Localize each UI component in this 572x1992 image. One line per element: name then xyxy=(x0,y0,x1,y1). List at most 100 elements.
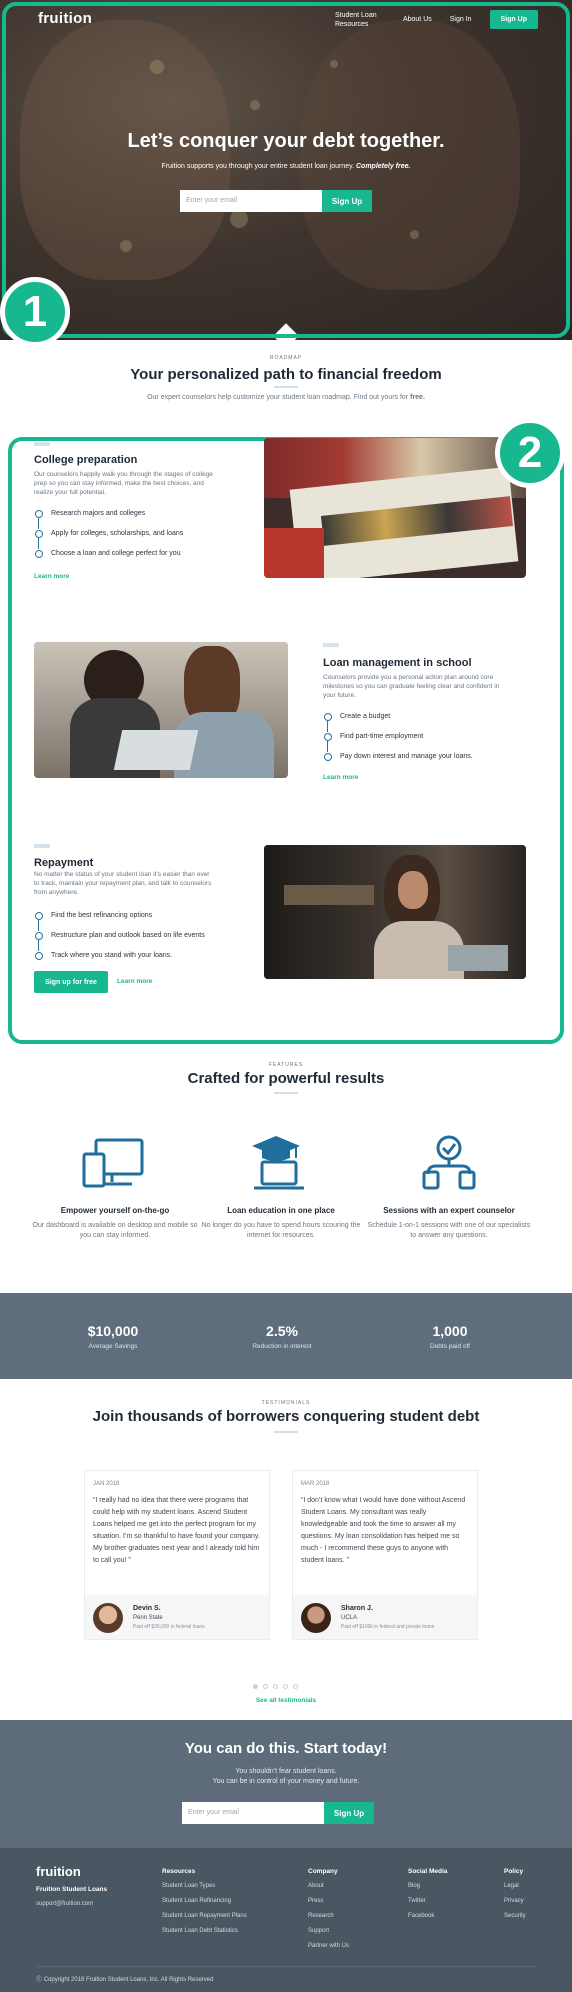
card-title-repayment: Repayment xyxy=(34,857,94,869)
testimonial-quote: “I don’t know what I would have done wit… xyxy=(301,1497,466,1564)
checklist-item: Find part-time employment xyxy=(323,732,473,752)
footer-link[interactable]: Student Loan Debt Statistics xyxy=(162,1928,247,1934)
card-description-repayment: No matter the status of your student loa… xyxy=(34,871,212,896)
feature-expert-counselor: Sessions with an expert counselor Schedu… xyxy=(364,1206,534,1241)
step-badge-2: 2 xyxy=(495,418,565,488)
carousel-dots xyxy=(253,1684,298,1689)
stat-interest-reduction: 2.5% Reduction in interest xyxy=(212,1323,352,1350)
carousel-dot[interactable] xyxy=(293,1684,298,1689)
checklist-item: Create a budget xyxy=(323,712,473,732)
card-title-loan-management: Loan management in school xyxy=(323,657,472,669)
checklist-item: Apply for colleges, scholarships, and lo… xyxy=(34,529,183,549)
footer-link[interactable]: Twitter xyxy=(408,1898,447,1904)
footer-heading: Company xyxy=(308,1868,338,1875)
testimonials-divider xyxy=(274,1431,298,1433)
testimonial-author: Sharon J. UCLA Paid off $100k in federal… xyxy=(293,1595,477,1639)
footer-link[interactable]: Student Loan Types xyxy=(162,1883,247,1889)
cta-line-2: You can be in control of your money and … xyxy=(212,1778,360,1785)
photo-shape xyxy=(448,945,508,971)
checklist-item: Research majors and colleges xyxy=(34,509,183,529)
footer-email-link[interactable]: support@fruition.com xyxy=(36,1901,93,1907)
checklist-item: Choose a loan and college perfect for yo… xyxy=(34,549,183,569)
author-name: Sharon J. xyxy=(341,1605,373,1612)
feature-on-the-go: Empower yourself on-the-go Our dashboard… xyxy=(30,1206,200,1241)
features-title: Crafted for powerful results xyxy=(187,1070,385,1087)
feature-title: Loan education in one place xyxy=(227,1206,335,1215)
carousel-dot[interactable] xyxy=(263,1684,268,1689)
stat-value: 1,000 xyxy=(432,1323,468,1339)
footer-divider xyxy=(36,1966,536,1967)
stat-label: Reduction in interest xyxy=(252,1343,312,1350)
footer-link[interactable]: About xyxy=(308,1883,349,1889)
carousel-dot[interactable] xyxy=(253,1684,258,1689)
sign-up-free-button[interactable]: Sign up for free xyxy=(34,971,108,993)
testimonials-title: Join thousands of borrowers conquering s… xyxy=(92,1408,480,1425)
footer-link[interactable]: Support xyxy=(308,1928,349,1934)
testimonial-date: JAN 2018 xyxy=(93,1481,120,1487)
author-detail: Paid off $100k in federal and private lo… xyxy=(341,1624,435,1630)
features-divider xyxy=(274,1092,298,1094)
checklist-item: Track where you stand with your loans. xyxy=(34,951,205,971)
footer-link[interactable]: Research xyxy=(308,1913,349,1919)
card-title-college-prep: College preparation xyxy=(34,454,138,466)
roadmap-subtitle-text: Our expert counselors help customize you… xyxy=(147,394,409,401)
author-detail: Paid off $35,000 in federal loans xyxy=(133,1624,205,1630)
feature-title: Empower yourself on-the-go xyxy=(60,1206,170,1215)
card-description-loan-management: Counselors provide you a personal action… xyxy=(323,674,500,699)
checklist-college-prep: Research majors and colleges Apply for c… xyxy=(34,509,183,569)
checklist-repayment: Find the best refinancing options Restru… xyxy=(34,911,205,971)
footer-link[interactable]: Security xyxy=(504,1913,526,1919)
step-badge-1: 1 xyxy=(0,277,70,347)
graduation-laptop-icon xyxy=(252,1136,304,1190)
roadmap-subtitle: Our expert counselors help customize you… xyxy=(0,394,572,401)
checklist-loan-management: Create a budget Find part-time employmen… xyxy=(323,712,473,772)
footer-link[interactable]: Student Loan Repayment Plans xyxy=(162,1913,247,1919)
checklist-item: Restructure plan and outlook based on li… xyxy=(34,931,205,951)
photo-shape xyxy=(284,885,374,905)
roadmap-subtitle-emphasis: free. xyxy=(410,394,425,401)
footer-heading: Resources xyxy=(162,1868,196,1875)
checklist-item: Find the best refinancing options xyxy=(34,911,205,931)
footer-link[interactable]: Partner with Us xyxy=(308,1943,349,1949)
footer-column-company: Company About Press Research Support Par… xyxy=(308,1868,349,1958)
carousel-dot[interactable] xyxy=(273,1684,278,1689)
feature-loan-education: Loan education in one place No longer do… xyxy=(196,1206,366,1241)
footer-logo[interactable]: fruition xyxy=(36,1864,81,1879)
cta-title: You can do this. Start today! xyxy=(184,1740,388,1757)
learn-more-link-repayment[interactable]: Learn more xyxy=(117,978,152,985)
footer-company-name: Fruition Student Loans xyxy=(36,1886,108,1893)
footer-link[interactable]: Legal xyxy=(504,1883,526,1889)
photo-shape xyxy=(264,528,324,578)
cta-email-input[interactable]: Enter your email xyxy=(182,1802,324,1824)
cta-sign-up-button[interactable]: Sign Up xyxy=(324,1802,374,1824)
stats-band: $10,000 Average Savings 2.5% Reduction i… xyxy=(0,1293,572,1379)
roadmap-title: Your personalized path to financial free… xyxy=(130,366,442,383)
footer: fruition Fruition Student Loans support@… xyxy=(0,1848,572,1992)
stat-label: Debts paid off xyxy=(430,1343,470,1350)
footer-link[interactable]: Facebook xyxy=(408,1913,447,1919)
footer-link[interactable]: Student Loan Refinancing xyxy=(162,1898,247,1904)
card-description-college-prep: Our counselors happily walk you through … xyxy=(34,471,213,496)
carousel-dot[interactable] xyxy=(283,1684,288,1689)
footer-column-social: Social Media Blog Twitter Facebook xyxy=(408,1868,447,1928)
photo-shape xyxy=(398,871,428,909)
testimonial-date: MAR 2018 xyxy=(301,1481,330,1487)
author-name: Devin S. xyxy=(133,1605,161,1612)
roadmap-divider xyxy=(274,386,298,388)
footer-link[interactable]: Press xyxy=(308,1898,349,1904)
author-school: Penn State xyxy=(133,1615,163,1621)
learn-more-link-loan-management[interactable]: Learn more xyxy=(323,774,358,781)
testimonial-quote: “I really had no idea that there were pr… xyxy=(93,1497,260,1564)
card-tag xyxy=(323,643,339,647)
copyright-text: Copyright 2018 Fruition Student Loans, I… xyxy=(43,1977,214,1983)
stat-value: $10,000 xyxy=(87,1323,139,1339)
footer-link[interactable]: Blog xyxy=(408,1883,447,1889)
footer-column-resources: Resources Student Loan Types Student Loa… xyxy=(162,1868,247,1943)
see-all-testimonials-link[interactable]: See all testimonials xyxy=(0,1697,572,1704)
card-tag xyxy=(34,844,50,848)
stat-label: Average Savings xyxy=(88,1343,138,1350)
stat-value: 2.5% xyxy=(266,1323,298,1339)
footer-link[interactable]: Privacy xyxy=(504,1898,526,1904)
learn-more-link-college-prep[interactable]: Learn more xyxy=(34,573,69,580)
roadmap-eyebrow: ROADMAP xyxy=(269,355,303,361)
